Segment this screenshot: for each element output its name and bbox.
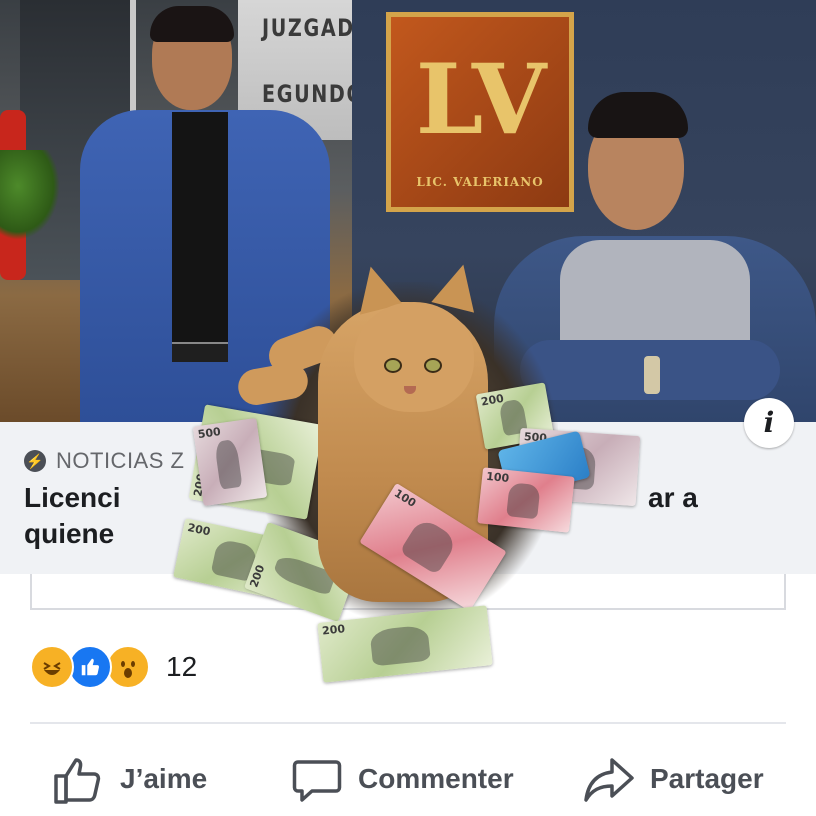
link-headline[interactable]: Licenci ar a quiene bbox=[24, 480, 744, 552]
like-button[interactable]: J’aime bbox=[52, 748, 207, 810]
thumbs-up-icon bbox=[54, 758, 101, 804]
headline-line1-tail: ar a bbox=[648, 482, 698, 513]
office-plaque: LV LIC. VALERIANO bbox=[386, 12, 574, 212]
plaque-caption: LIC. VALERIANO bbox=[416, 175, 544, 189]
share-button[interactable]: Partager bbox=[582, 748, 764, 810]
man-black-shirt bbox=[172, 112, 228, 352]
plant bbox=[0, 150, 60, 240]
comment-label: Commenter bbox=[358, 763, 514, 794]
wow-reaction-icon bbox=[106, 645, 150, 689]
comment-button[interactable]: Commenter bbox=[290, 748, 514, 810]
link-source-name: NOTICIAS Z bbox=[56, 448, 185, 473]
like-label: J’aime bbox=[120, 763, 208, 794]
haha-reaction-icon bbox=[30, 645, 74, 689]
link-preview-border bbox=[30, 574, 786, 610]
share-label: Partager bbox=[650, 763, 764, 794]
man-blue-suit-hair bbox=[150, 6, 234, 42]
man-vest-hair bbox=[588, 92, 688, 138]
headline-line2: quiene bbox=[24, 518, 115, 549]
actions-divider bbox=[30, 722, 786, 724]
link-preview-panel[interactable]: ⚡ NOTICIAS Z Licenci ar a quiene bbox=[0, 422, 816, 574]
lightning-icon: ⚡ bbox=[24, 450, 46, 472]
plaque-logo: LV bbox=[415, 43, 547, 156]
reaction-count: 12 bbox=[166, 651, 198, 682]
comment-bubble-icon bbox=[292, 760, 342, 802]
wristwatch bbox=[644, 356, 660, 394]
info-icon[interactable]: i bbox=[744, 398, 794, 448]
man-belt bbox=[172, 342, 228, 362]
sign-text-line1: JUZGAD bbox=[262, 14, 355, 42]
share-arrow-icon bbox=[584, 758, 634, 802]
headline-line1: Licenci ar a bbox=[24, 480, 744, 516]
like-reaction-icon bbox=[68, 645, 112, 689]
banknote: 200 bbox=[317, 605, 493, 683]
link-preview-image[interactable]: JUZGAD EGUNDO C LV LIC. VALERIANO bbox=[0, 0, 816, 422]
reactions-summary[interactable]: 12 bbox=[30, 645, 198, 689]
link-source: ⚡ NOTICIAS Z bbox=[24, 448, 184, 474]
